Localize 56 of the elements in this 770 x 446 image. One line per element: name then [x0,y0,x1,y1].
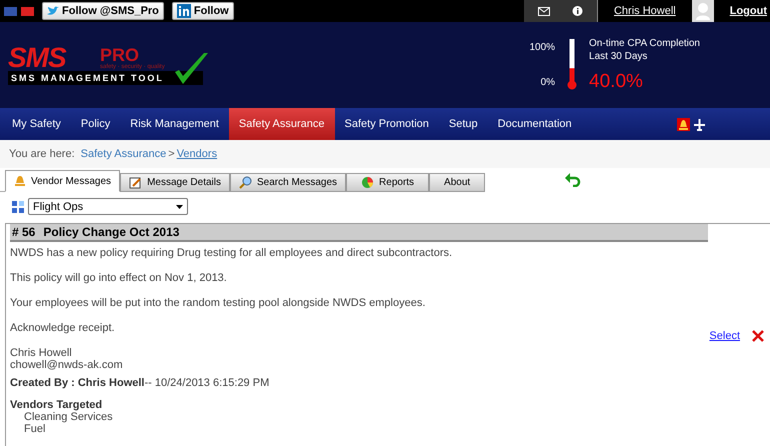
vendors-heading: Vendors Targeted [10,399,104,411]
scale-min-label: 0% [540,77,556,88]
gauge-value: 40.0% [589,71,644,93]
created-by-line: Created By : Chris Howell-- 10/24/2013 6:15:29 PM [10,377,270,389]
tab[interactable]: Vendor Messages [5,170,120,192]
vendor-item: Fuel [23,423,46,435]
breadcrumb-link[interactable]: Safety Assurance [80,148,166,160]
mail-icon[interactable] [538,6,550,16]
vendor-filter-dropdown[interactable]: Flight Ops [28,198,188,215]
nav-item[interactable]: Safety Assurance [228,108,335,140]
breadcrumb-prefix: You are here: [9,148,75,160]
nav-item[interactable]: Risk Management [120,108,229,140]
gauge-period: Last 30 Days [589,50,648,63]
avatar-silhouette [692,0,714,22]
linkedin-follow-button[interactable]: Follow [172,2,234,20]
alarm-icon[interactable] [677,118,690,130]
message-title: Policy Change Oct 2013 [43,225,180,239]
linkedin-icon [176,4,191,18]
message-paragraph: This policy will go into effect on Nov 1, 2013. [10,272,228,284]
nav-item[interactable]: Setup [438,108,488,140]
message-paragraph: NWDS has a new policy requiring Drug testing for all employees and direct subcontractors. [10,247,454,259]
message-paragraph: Acknowledge receipt. [10,322,116,334]
flag-icon[interactable] [21,6,34,16]
flag-icon[interactable] [4,6,17,16]
breadcrumb-separator: > [168,148,175,160]
bird-icon [47,6,59,16]
tab[interactable]: About [429,173,486,192]
select-link[interactable]: Select [709,330,740,342]
nav-item[interactable]: Policy [70,108,120,140]
grid-icon[interactable] [12,200,24,212]
thermometer-bulb [568,80,577,90]
user-name-link[interactable]: Chris Howell [614,5,676,17]
back-arrow-icon[interactable] [565,173,581,187]
search-icon [238,176,252,189]
caret-icon [176,204,183,208]
info-icon[interactable] [572,6,583,16]
gauge-title: On-time CPA Completion [589,37,700,50]
tab[interactable]: Reports [346,173,430,192]
tab[interactable]: Search Messages [230,173,346,192]
vendor-item: Cleaning Services [23,411,114,423]
delete-icon[interactable] [752,330,764,342]
bell-icon [14,175,26,187]
signature-email: chowell@nwds-ak.com [10,359,124,371]
notepad-icon [129,176,142,188]
signature-name: Chris Howell [10,347,73,359]
nav-item[interactable]: Documentation [488,108,582,140]
scale-max-label: 100% [529,42,556,53]
pie-chart-icon [361,176,374,189]
twitter-follow-button[interactable]: Follow @SMS_Pro [42,2,164,20]
nav-item[interactable]: My Safety [2,108,71,140]
tab[interactable]: Message Details [120,173,230,192]
logout-link[interactable]: Logout [730,5,767,17]
message-paragraph: Your employees will be put into the random testing pool alongside NWDS employees. [10,297,426,309]
breadcrumb-current-link[interactable]: Vendors [176,148,218,160]
message-number: # 56 [12,225,36,239]
nav-item[interactable]: Safety Promotion [334,108,439,140]
